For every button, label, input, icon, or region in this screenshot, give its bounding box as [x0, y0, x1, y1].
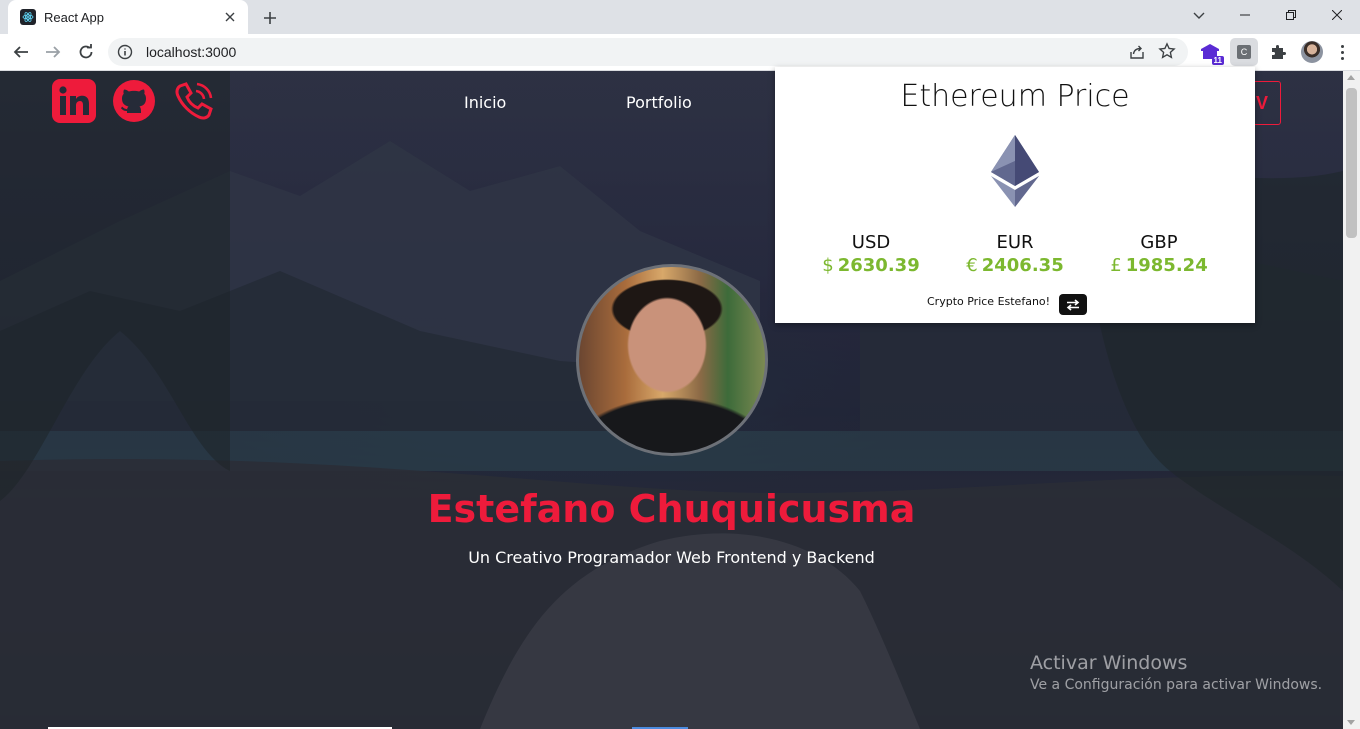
- currency-label: EUR: [996, 232, 1034, 253]
- popup-title: Ethereum Price: [900, 79, 1130, 114]
- extensions-area: 11 C: [1196, 38, 1352, 66]
- currency-label: USD: [851, 232, 891, 253]
- price-eur: EUR €2406.35: [945, 232, 1085, 276]
- swap-arrows-icon: [1066, 298, 1080, 311]
- ethereum-price-popup: Ethereum Price USD $2630.39 EUR €2406.35…: [775, 67, 1255, 323]
- bookmark-star-icon[interactable]: [1158, 42, 1178, 62]
- address-bar[interactable]: localhost:3000: [108, 38, 1188, 66]
- github-icon: [113, 80, 155, 122]
- linkedin-link[interactable]: [52, 79, 96, 123]
- scroll-up-arrow-icon[interactable]: [1347, 75, 1355, 80]
- hero-name: Estefano Chuquicusma: [427, 487, 916, 531]
- popup-footer-text: Crypto Price Estefano!: [927, 295, 1051, 308]
- tab-close-icon[interactable]: [218, 5, 242, 29]
- tab-search-chevron-icon[interactable]: [1184, 2, 1214, 30]
- page-scrollbar[interactable]: [1343, 71, 1360, 729]
- currency-symbol: £: [1110, 255, 1122, 276]
- hero-subtitle: Un Creativo Programador Web Frontend y B…: [468, 548, 875, 567]
- browser-menu-icon[interactable]: [1332, 38, 1352, 66]
- back-button[interactable]: [6, 37, 36, 67]
- new-tab-button[interactable]: [256, 4, 284, 32]
- cv-button-label: V: [1255, 92, 1268, 113]
- crypto-extension-icon[interactable]: C: [1230, 38, 1258, 66]
- price-usd: USD $2630.39: [801, 232, 941, 276]
- windows-activation-title: Activar Windows: [1030, 652, 1188, 674]
- scroll-down-arrow-icon[interactable]: [1347, 720, 1355, 725]
- share-icon[interactable]: [1128, 43, 1148, 61]
- browser-toolbar: localhost:3000 11 C: [0, 34, 1360, 71]
- forward-button[interactable]: [38, 37, 68, 67]
- puzzle-extensions-icon[interactable]: [1264, 38, 1292, 66]
- restore-button[interactable]: [1268, 0, 1314, 30]
- classroom-extension-icon[interactable]: 11: [1196, 38, 1224, 66]
- price-amount: 2406.35: [981, 255, 1064, 276]
- crypto-extension-letter: C: [1237, 45, 1251, 59]
- tab-title: React App: [44, 9, 104, 25]
- browser-tab[interactable]: React App: [8, 0, 248, 34]
- github-link[interactable]: [112, 79, 156, 123]
- profile-avatar[interactable]: [1298, 38, 1326, 66]
- minimize-button[interactable]: [1222, 0, 1268, 30]
- currency-value: $2630.39: [801, 255, 941, 276]
- currency-symbol: €: [966, 255, 978, 276]
- currency-label: GBP: [1140, 232, 1178, 253]
- linkedin-icon: [52, 79, 96, 123]
- close-window-button[interactable]: [1314, 0, 1360, 30]
- windows-activation-subtitle: Ve a Configuración para activar Windows.: [1030, 677, 1323, 693]
- price-gbp: GBP £1985.24: [1089, 232, 1229, 276]
- phone-link[interactable]: [172, 79, 216, 123]
- nav-link-portfolio[interactable]: Portfolio: [626, 93, 692, 112]
- price-amount: 1985.24: [1125, 255, 1208, 276]
- swap-currency-button[interactable]: [1059, 294, 1087, 315]
- tab-strip: React App: [0, 0, 1360, 34]
- react-favicon-icon: [20, 9, 36, 25]
- url-text: localhost:3000: [146, 44, 237, 60]
- profile-photo-icon: [1301, 41, 1323, 63]
- scroll-thumb[interactable]: [1346, 88, 1357, 238]
- phone-icon: [175, 82, 213, 120]
- currency-symbol: $: [822, 255, 834, 276]
- profile-photo: [576, 264, 768, 456]
- nav-link-inicio[interactable]: Inicio: [464, 93, 506, 112]
- reload-button[interactable]: [71, 37, 101, 67]
- price-amount: 2630.39: [837, 255, 920, 276]
- site-info-icon[interactable]: [116, 43, 134, 61]
- window-controls: [1222, 0, 1360, 34]
- currency-value: €2406.35: [945, 255, 1085, 276]
- ethereum-logo-icon: [991, 135, 1039, 207]
- extension-badge: 11: [1211, 56, 1224, 65]
- currency-value: £1985.24: [1089, 255, 1229, 276]
